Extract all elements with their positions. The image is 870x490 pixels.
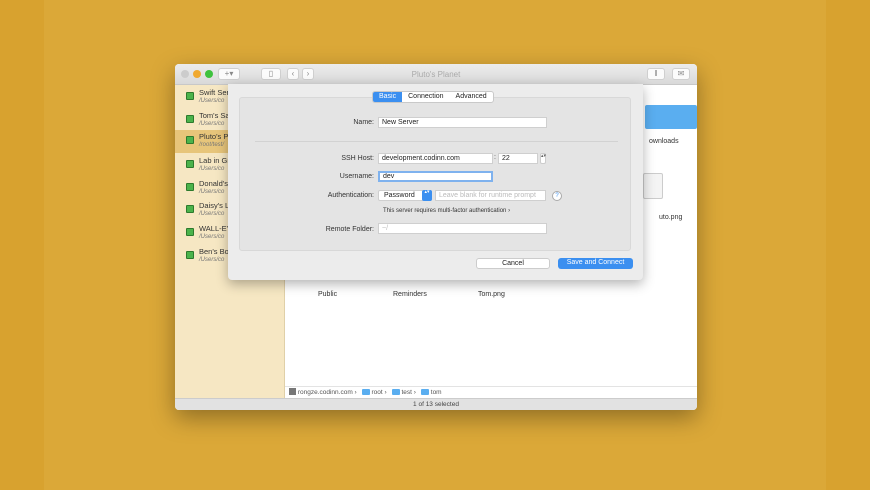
- help-button[interactable]: ?: [552, 191, 562, 201]
- ssh-host-label: SSH Host:: [341, 155, 374, 162]
- remote-folder-field[interactable]: ~/: [378, 223, 547, 234]
- path-host[interactable]: rongze.codinn.com: [298, 389, 353, 396]
- ssh-host-field[interactable]: development.codinn.com: [378, 153, 493, 164]
- server-icon: [289, 388, 296, 395]
- path-segment[interactable]: root: [372, 389, 383, 396]
- server-icon: [186, 136, 194, 144]
- background-left: [0, 0, 44, 490]
- port-separator: :: [494, 154, 496, 161]
- name-label: Name:: [353, 119, 374, 126]
- server-icon: [186, 228, 194, 236]
- status-bar: 1 of 13 selected: [175, 398, 697, 410]
- new-server-sheet: Basic Connection Advanced Name: New Serv…: [228, 84, 643, 280]
- tab-basic[interactable]: Basic: [373, 92, 403, 102]
- port-field[interactable]: 22: [498, 153, 538, 164]
- server-icon: [186, 92, 194, 100]
- tab-bar: Basic Connection Advanced: [372, 91, 494, 103]
- chevron-updown-icon[interactable]: ▴▾: [422, 190, 432, 201]
- path-bar: rongze.codinn.com › root › test › tom: [285, 386, 697, 398]
- authentication-label: Authentication:: [327, 192, 374, 199]
- share-button[interactable]: ✉: [672, 68, 690, 80]
- info-button[interactable]: ǁ: [647, 68, 665, 80]
- window-title: Pluto's Planet: [411, 70, 461, 79]
- folder-icon: [361, 389, 370, 395]
- file-label[interactable]: Public: [318, 291, 337, 298]
- password-field[interactable]: Leave blank for runtime prompt: [435, 190, 546, 201]
- server-icon: [186, 205, 194, 213]
- username-field[interactable]: dev: [378, 171, 493, 182]
- chevron-right-icon: ›: [508, 208, 511, 214]
- title-bar: +▾ ▯ ‹ › Pluto's Planet ǁ ✉: [175, 64, 697, 85]
- remote-folder-label: Remote Folder:: [325, 226, 374, 233]
- mfa-link-text: This server requires multi-factor authen…: [383, 208, 507, 214]
- server-icon: [186, 115, 194, 123]
- authentication-value: Password: [384, 192, 415, 199]
- name-field[interactable]: New Server: [378, 117, 547, 128]
- background-right: [826, 0, 870, 490]
- server-icon: [186, 251, 194, 259]
- path-segment[interactable]: tom: [431, 389, 442, 396]
- port-stepper[interactable]: ▴▾: [540, 153, 546, 164]
- mfa-link[interactable]: This server requires multi-factor authen…: [383, 208, 510, 214]
- png-file-icon[interactable]: [643, 173, 663, 199]
- server-icon: [186, 183, 194, 191]
- downloads-folder-icon[interactable]: [645, 105, 697, 129]
- divider: [255, 141, 618, 142]
- path-segment[interactable]: test: [402, 389, 412, 396]
- username-label: Username:: [339, 173, 374, 180]
- file-label[interactable]: Tom.png: [478, 291, 505, 298]
- file-label[interactable]: ownloads: [649, 138, 679, 145]
- tab-advanced[interactable]: Advanced: [450, 92, 493, 102]
- folder-icon: [420, 389, 429, 395]
- server-icon: [186, 160, 194, 168]
- folder-icon: [391, 389, 400, 395]
- cancel-button[interactable]: Cancel: [476, 258, 550, 269]
- tab-connection[interactable]: Connection: [402, 92, 449, 102]
- save-and-connect-button[interactable]: Save and Connect: [558, 258, 633, 269]
- file-label[interactable]: uto.png: [659, 214, 682, 221]
- file-label[interactable]: Reminders: [393, 291, 427, 298]
